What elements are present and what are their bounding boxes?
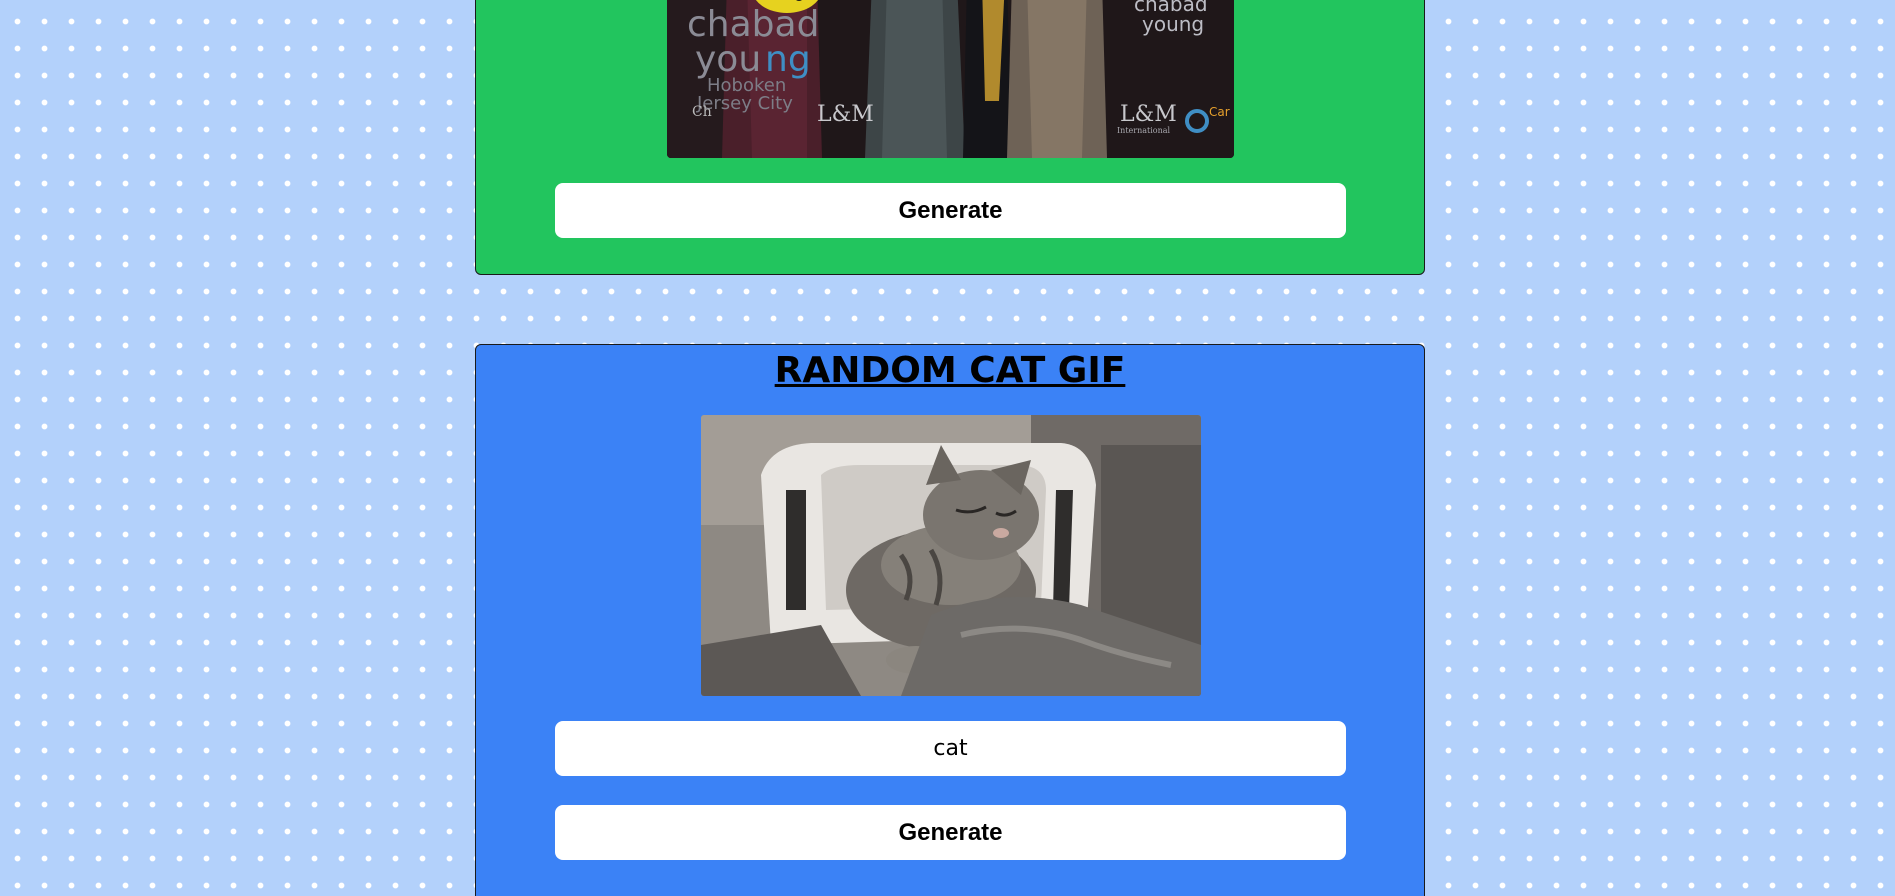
svg-text:L&M: L&M <box>1120 102 1177 127</box>
cat-gif-image <box>701 415 1201 696</box>
svg-text:you: you <box>695 39 761 80</box>
svg-text:L&M: L&M <box>817 102 874 127</box>
generated-photo: chabad you ng Hoboken Jersey City chabad… <box>667 0 1234 158</box>
svg-text:young: young <box>1142 12 1204 36</box>
generate-gif-button[interactable]: Generate <box>555 805 1346 860</box>
svg-text:ng: ng <box>765 39 811 80</box>
card-title: RANDOM CAT GIF <box>774 350 1126 391</box>
svg-text:Ch: Ch <box>692 104 712 120</box>
cat-gif-card: RANDOM CAT GIF cat Generate <box>475 344 1425 896</box>
photo-generator-card: chabad you ng Hoboken Jersey City chabad… <box>475 0 1425 275</box>
generate-photo-button[interactable]: Generate <box>555 183 1346 238</box>
search-term-field[interactable]: cat <box>555 721 1346 776</box>
svg-text:International: International <box>1117 126 1171 135</box>
svg-text:Car: Car <box>1209 105 1230 119</box>
